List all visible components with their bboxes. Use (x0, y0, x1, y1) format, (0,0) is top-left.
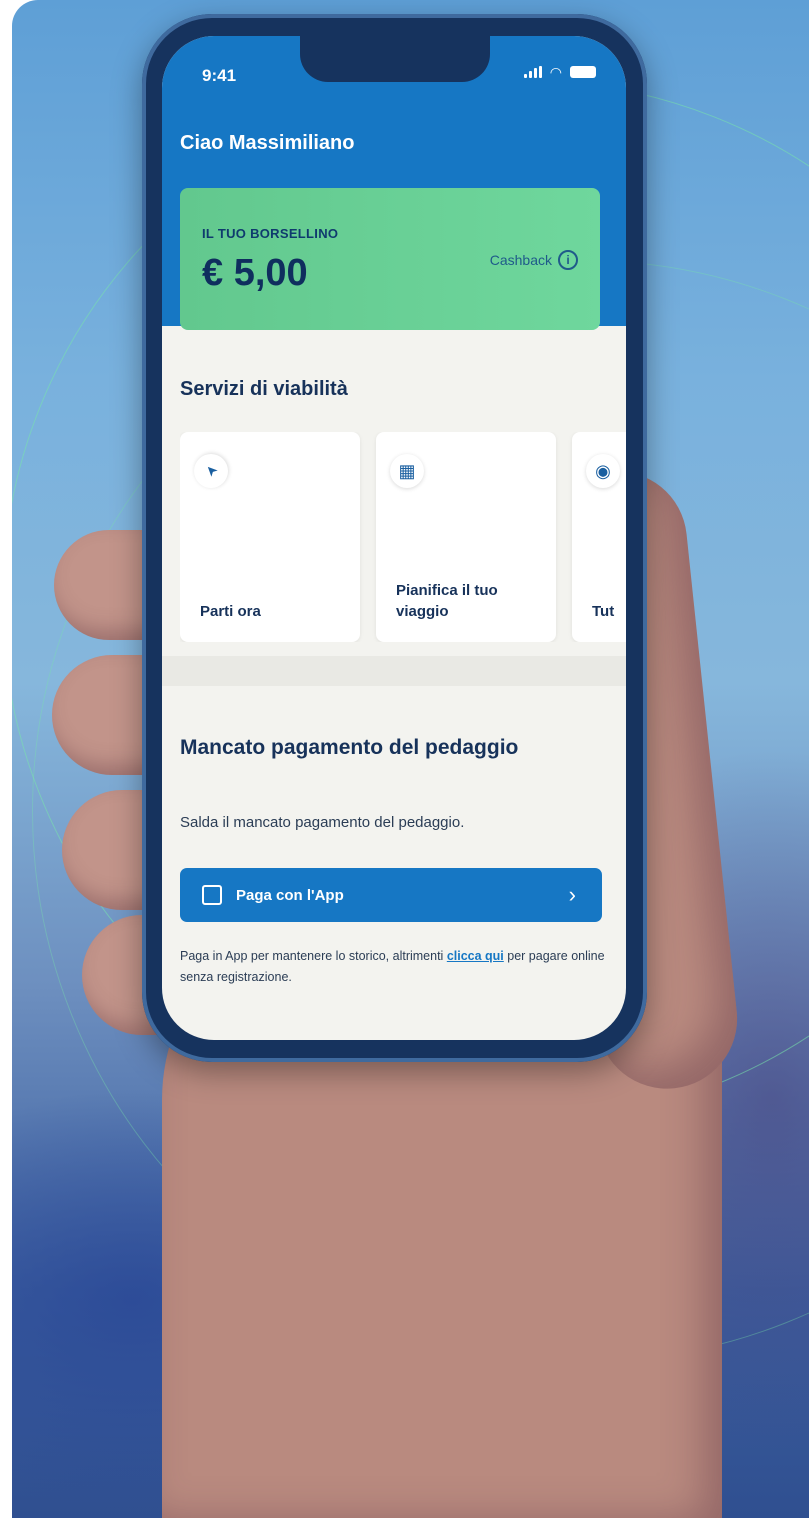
clicca-qui-link[interactable]: clicca qui (447, 949, 504, 963)
info-icon[interactable]: i (558, 250, 578, 270)
wallet-card[interactable]: IL TUO BORSELLINO € 5,00 Cashback i (180, 188, 600, 330)
battery-icon (570, 66, 596, 78)
footnote: Paga in App per mantenere lo storico, al… (180, 946, 610, 988)
pay-with-app-button[interactable]: Paga con l'App › (180, 868, 602, 922)
calendar-icon: ▦ (390, 454, 424, 488)
service-card-parti-ora[interactable]: ➤ Parti ora (180, 432, 360, 642)
chevron-right-icon: › (568, 882, 576, 907)
service-card-label: Pianifica il tuo viaggio (396, 582, 498, 620)
wallet-label: IL TUO BORSELLINO (202, 226, 339, 241)
status-time: 9:41 (202, 66, 237, 85)
services-carousel[interactable]: ➤ Parti ora ▦ Pianifica il tuo viaggio ◉… (180, 432, 626, 642)
cashback-link[interactable]: Cashback i (490, 250, 578, 270)
cashback-label: Cashback (489, 252, 552, 268)
signal-icon (523, 66, 542, 78)
wallet-amount: € 5,00 (202, 252, 308, 294)
wifi-icon: ◠ (549, 64, 562, 80)
mancato-subtitle: Salda il mancato pagamento del pedaggio. (180, 814, 465, 831)
service-card-pianifica[interactable]: ▦ Pianifica il tuo viaggio (376, 432, 556, 642)
phone-notch (300, 36, 490, 82)
phone-screen: 9:41 ◠ Ciao Massimiliano IL TUO BORSELLI… (162, 36, 626, 1040)
greeting-title: Ciao Massimiliano (180, 132, 355, 154)
service-icon: ◉ (586, 454, 620, 488)
footnote-text: Paga in App per mantenere lo storico, al… (180, 949, 447, 963)
status-icons: ◠ (523, 64, 596, 80)
navigation-arrow-icon: ➤ (186, 446, 236, 496)
service-card-label: Tut (592, 603, 615, 620)
pay-button-label: Paga con l'App (236, 886, 344, 904)
service-card-label: Parti ora (200, 603, 261, 620)
services-title: Servizi di viabilità (180, 378, 348, 400)
service-card-tutti[interactable]: ◉ Tut (572, 432, 626, 642)
section-divider (162, 656, 626, 686)
payment-icon (202, 885, 222, 905)
mancato-title: Mancato pagamento del pedaggio (180, 736, 519, 759)
